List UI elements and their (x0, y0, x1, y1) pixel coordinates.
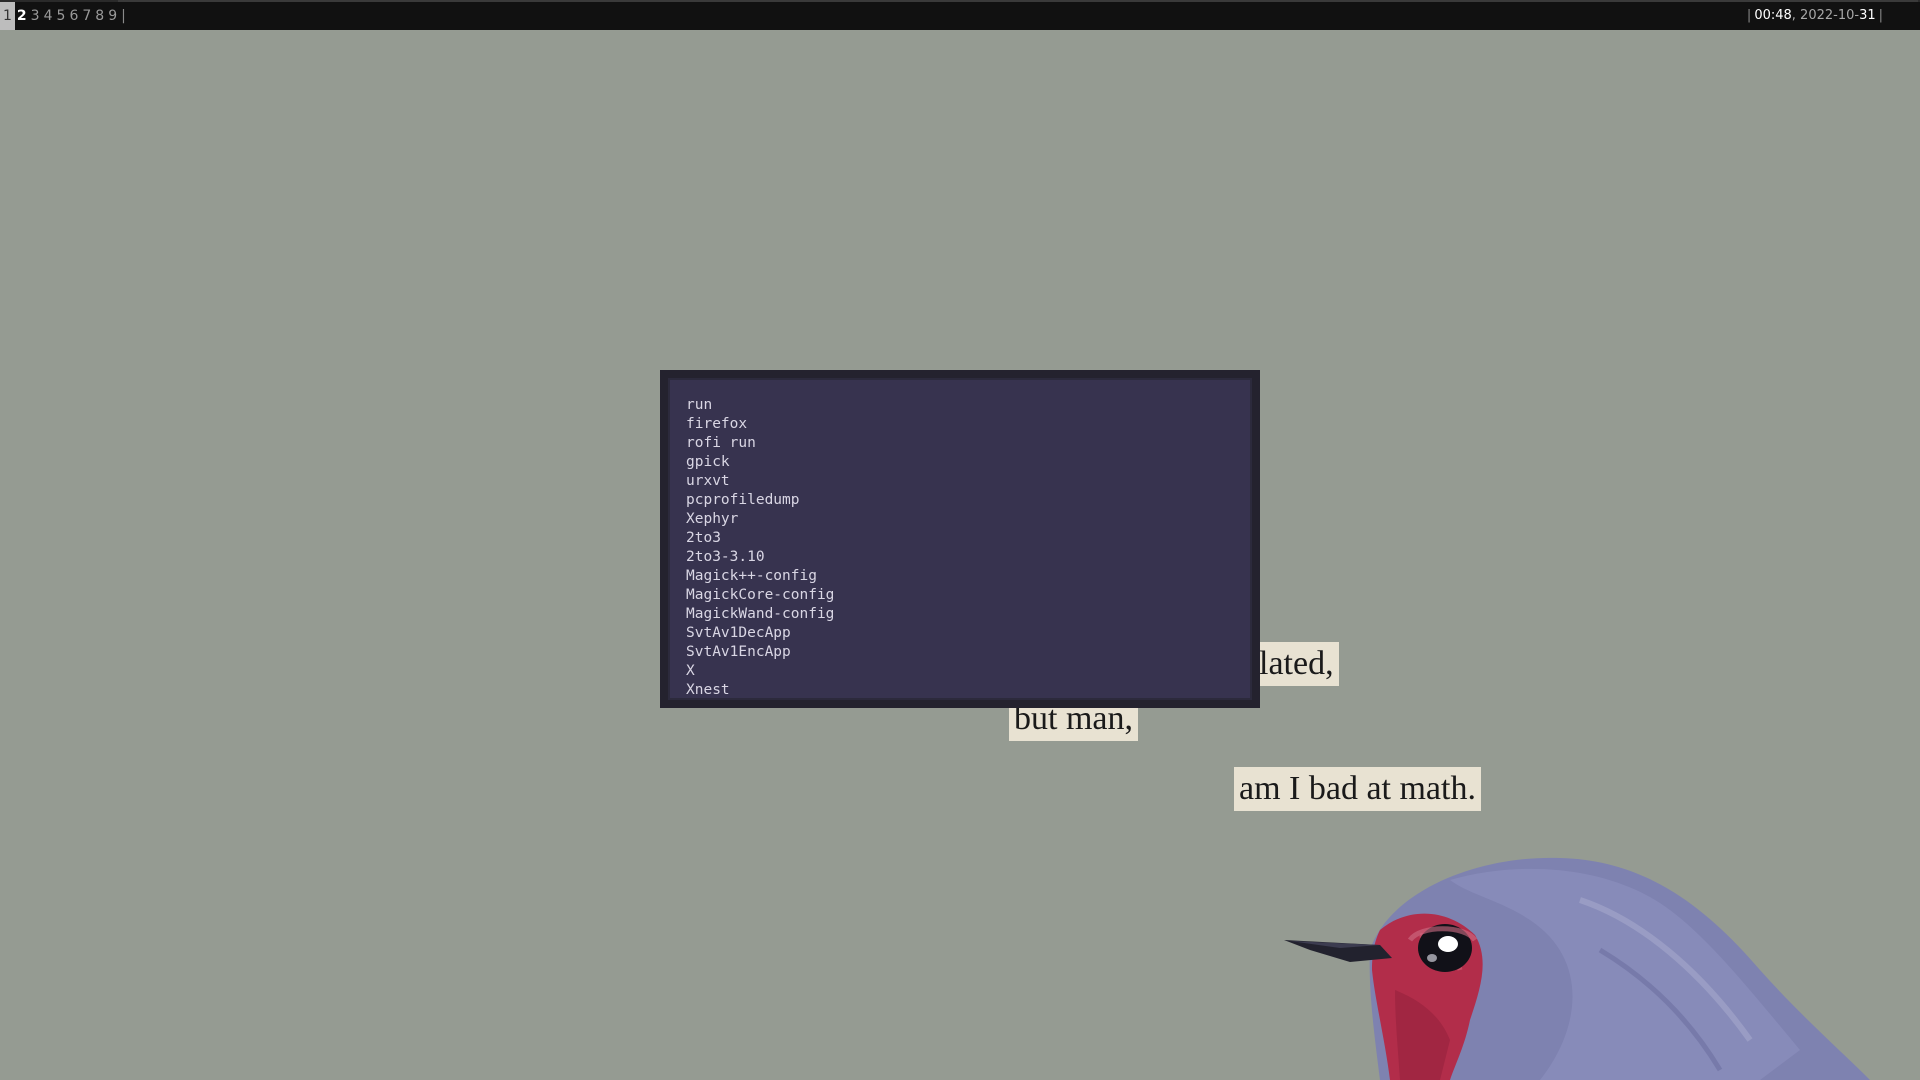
launcher-item[interactable]: gpick (686, 453, 834, 472)
desktop: 1 2 3 4 5 6 7 8 9 | | 00:48, 2022-10-31 | … (0, 0, 1920, 1080)
launcher-item[interactable]: 2to3-3.10 (686, 548, 834, 567)
workspace-6[interactable]: 6 (67, 2, 80, 30)
launcher-item[interactable]: Xephyr (686, 510, 834, 529)
clock-comma: , (1791, 8, 1801, 23)
workspace-4[interactable]: 4 (42, 2, 55, 30)
clock-date-prefix: 2022-10- (1800, 8, 1860, 23)
launcher-item[interactable]: MagickWand-config (686, 605, 834, 624)
workspace-switcher: 1 2 3 4 5 6 7 8 9 | (0, 2, 126, 30)
clock-time: 00:48 (1754, 8, 1792, 23)
clock-separator-left: | (1746, 8, 1752, 23)
launcher-item[interactable]: pcprofiledump (686, 491, 834, 510)
clock-separator-right: | (1878, 8, 1883, 23)
workspace-5[interactable]: 5 (55, 2, 68, 30)
launcher-item[interactable]: SvtAv1EncApp (686, 643, 834, 662)
launcher-item[interactable]: Magick++-config (686, 567, 834, 586)
workspace-9[interactable]: 9 (106, 2, 119, 30)
window-title-bar (118, 0, 1918, 2)
launcher-item[interactable]: MagickCore-config (686, 586, 834, 605)
workspace-2[interactable]: 2 (15, 2, 29, 30)
status-bar: 1 2 3 4 5 6 7 8 9 | | 00:48, 2022-10-31 | (0, 0, 1920, 30)
launcher-list: run firefox rofi run gpick urxvt pcprofi… (686, 396, 834, 700)
launcher-item[interactable]: SvtAv1DecApp (686, 624, 834, 643)
workspace-1[interactable]: 1 (0, 2, 15, 30)
clock-date-day: 31 (1859, 8, 1876, 23)
workspace-7[interactable]: 7 (80, 2, 93, 30)
app-launcher[interactable]: run firefox rofi run gpick urxvt pcprofi… (660, 370, 1260, 708)
wallpaper-caption-1: lated, (1254, 642, 1339, 686)
workspace-separator: | (121, 8, 126, 24)
workspace-3[interactable]: 3 (29, 2, 42, 30)
launcher-item[interactable]: Xnest (686, 681, 834, 700)
launcher-item[interactable]: run (686, 396, 834, 415)
workspace-8[interactable]: 8 (93, 2, 106, 30)
launcher-item[interactable]: X (686, 662, 834, 681)
launcher-item[interactable]: firefox (686, 415, 834, 434)
launcher-item[interactable]: 2to3 (686, 529, 834, 548)
wallpaper-caption-3: am I bad at math. (1234, 767, 1481, 811)
launcher-item[interactable]: rofi run (686, 434, 834, 453)
clock: | 00:48, 2022-10-31 | (1744, 2, 1886, 30)
bird-illustration (1284, 857, 1870, 1080)
launcher-item[interactable]: urxvt (686, 472, 834, 491)
